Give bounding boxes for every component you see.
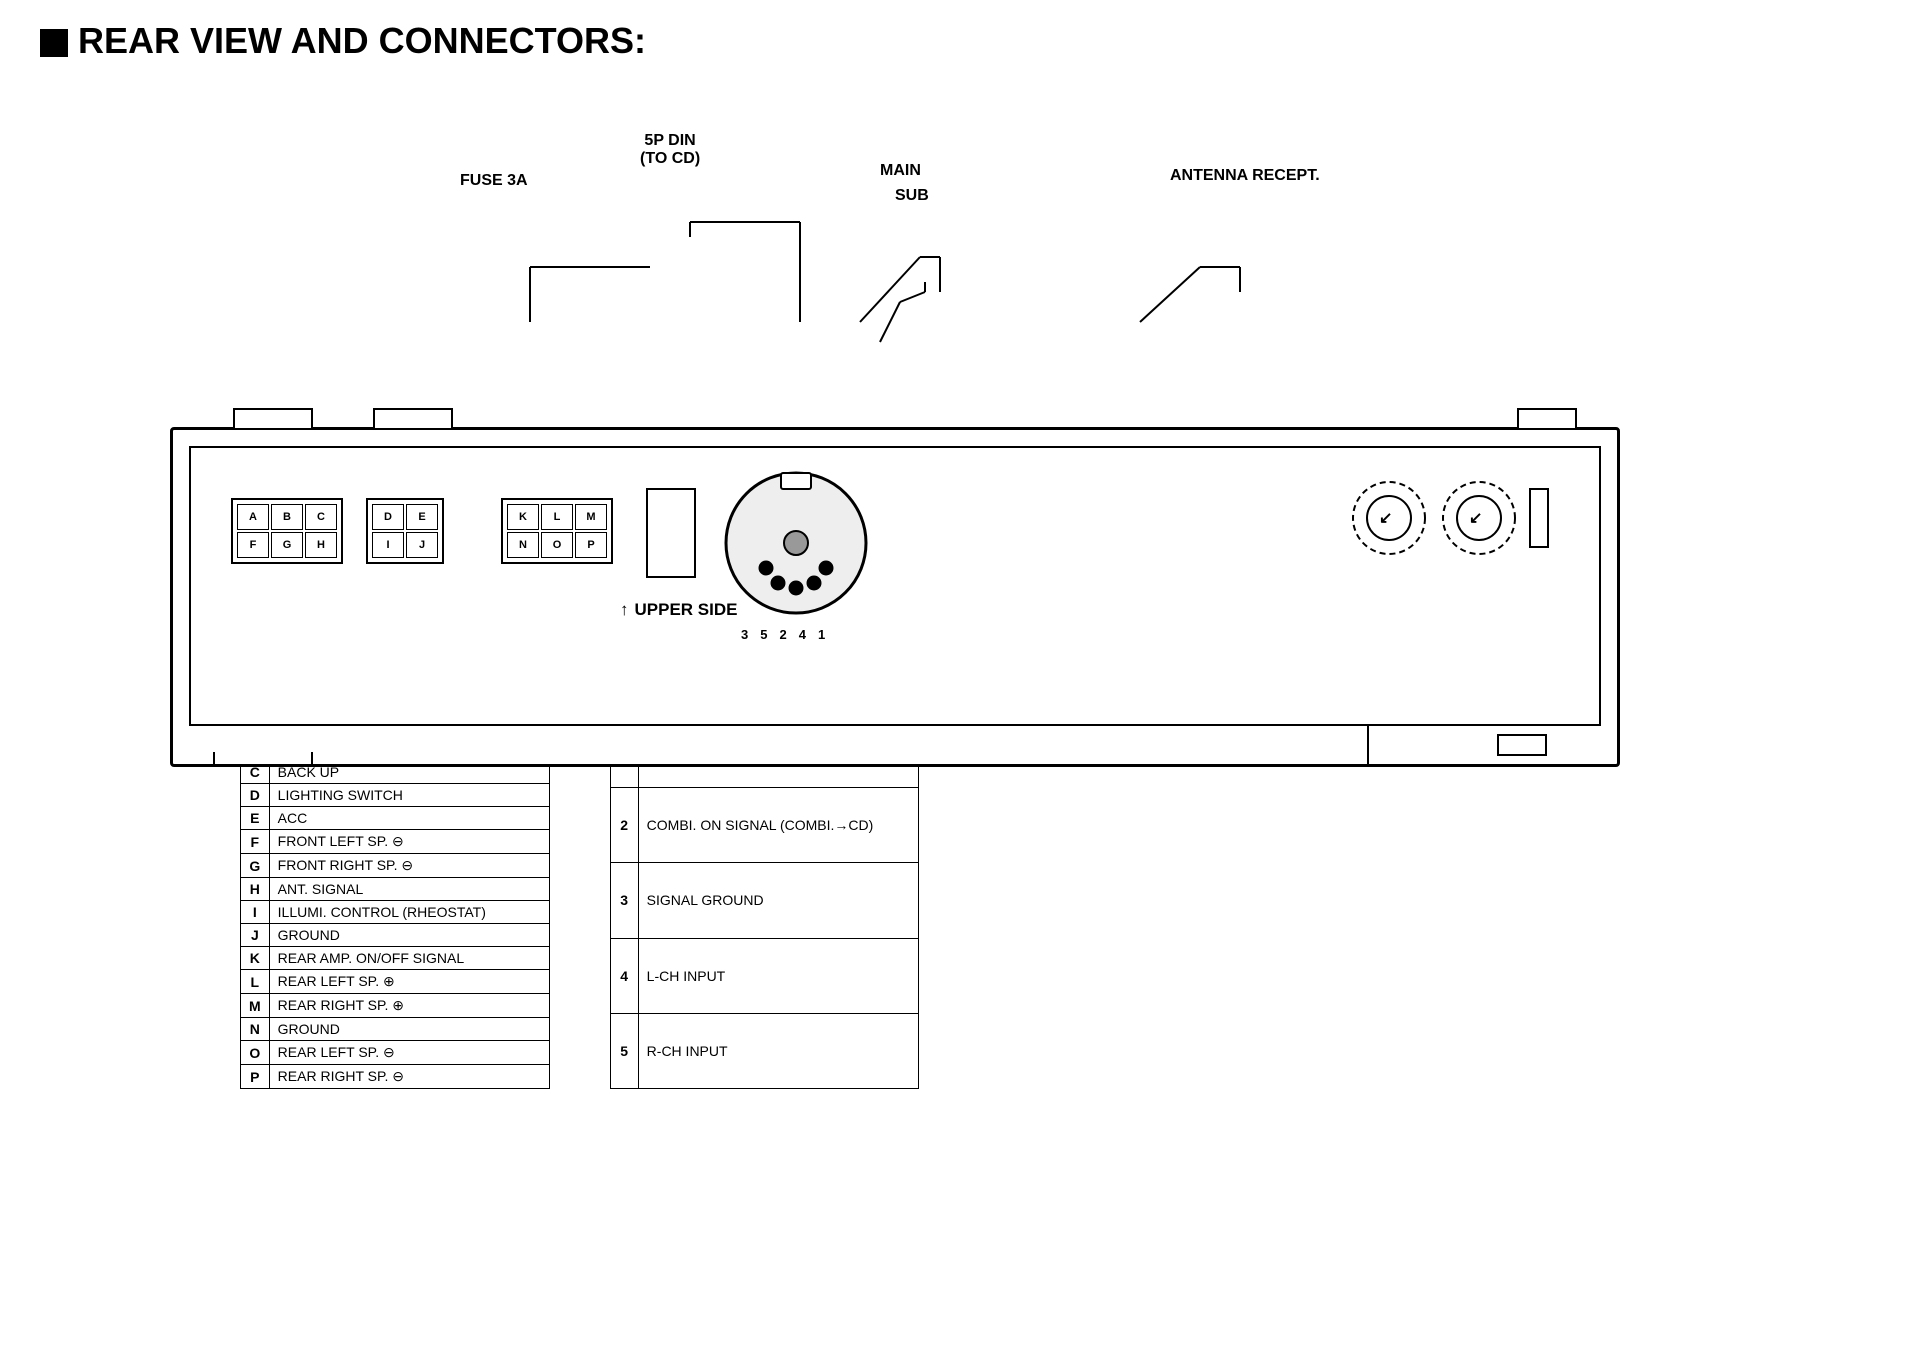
right-table-desc-3: SIGNAL GROUND xyxy=(638,863,918,938)
conn-H: H xyxy=(305,532,337,558)
left-table-id-K: K xyxy=(241,947,270,970)
left-table-desc-E: ACC xyxy=(269,807,549,830)
conn-M: M xyxy=(575,504,607,530)
conn-B: B xyxy=(271,504,303,530)
left-table-desc-F: FRONT LEFT SP. ⊖ xyxy=(269,830,549,854)
svg-text:↙: ↙ xyxy=(1469,510,1482,527)
bottom-slot xyxy=(213,752,313,766)
title-square xyxy=(40,29,68,57)
right-table-id-4: 4 xyxy=(610,938,638,1013)
right-table-id-2: 2 xyxy=(610,788,638,863)
left-table-desc-H: ANT. SIGNAL xyxy=(269,878,549,901)
pin-3-label: 3 xyxy=(741,627,748,642)
left-table-desc-K: REAR AMP. ON/OFF SIGNAL xyxy=(269,947,549,970)
right-table-id-3: 3 xyxy=(610,863,638,938)
left-table-desc-G: FRONT RIGHT SP. ⊖ xyxy=(269,854,549,878)
tab-1 xyxy=(233,408,313,428)
fuse-label: FUSE 3A xyxy=(460,172,528,190)
left-table-desc-O: REAR LEFT SP. ⊖ xyxy=(269,1041,549,1065)
sub-label: SUB xyxy=(895,187,929,205)
bottom-right-box xyxy=(1497,734,1547,756)
antenna-small-rect xyxy=(1529,488,1549,548)
antenna-circle-1: ↙ xyxy=(1349,478,1429,558)
right-connector-table: 1CD-ON SIGNAL (COMBI.→CD)2COMBI. ON SIGN… xyxy=(610,712,919,1089)
din-label: 5P DIN (TO CD) xyxy=(640,132,700,168)
antenna-label: ANTENNA RECEPT. xyxy=(1170,167,1320,185)
pin-2-label: 2 xyxy=(779,627,786,642)
conn-D: D xyxy=(372,504,404,530)
antenna-section: ↙ ↙ xyxy=(1349,478,1549,558)
conn-E: E xyxy=(406,504,438,530)
left-table-id-F: F xyxy=(241,830,270,854)
left-table-id-O: O xyxy=(241,1041,270,1065)
left-table-desc-I: ILLUMI. CONTROL (RHEOSTAT) xyxy=(269,901,549,924)
connector-group-deij: D E I J xyxy=(366,498,444,564)
left-table-id-G: G xyxy=(241,854,270,878)
tab-2 xyxy=(373,408,453,428)
page-wrapper: REAR VIEW AND CONNECTORS: xyxy=(40,20,1869,1089)
conn-K: K xyxy=(507,504,539,530)
left-table-desc-N: GROUND xyxy=(269,1018,549,1041)
connector-group-klmnop: K L M N O P xyxy=(501,498,613,564)
conn-C: C xyxy=(305,504,337,530)
conn-grid-1: A B C F G H xyxy=(237,504,337,558)
diagram-wrapper: FUSE 3A 5P DIN (TO CD) MAIN SUB ANTENNA … xyxy=(40,92,1860,672)
tables-row: AFRONT LEFT SP. ⊕BFRONT RIGHT SP. ⊕CBACK… xyxy=(240,712,1869,1089)
main-label: MAIN xyxy=(880,162,921,180)
conn-J: J xyxy=(406,532,438,558)
antenna-circle-2: ↙ xyxy=(1439,478,1519,558)
right-table-desc-4: L-CH INPUT xyxy=(638,938,918,1013)
left-table-id-M: M xyxy=(241,994,270,1018)
left-table-desc-D: LIGHTING SWITCH xyxy=(269,784,549,807)
antenna-svg-2: ↙ xyxy=(1439,478,1519,558)
top-tabs-right xyxy=(1517,408,1577,428)
conn-grid-3: K L M N O P xyxy=(507,504,607,558)
left-table-id-I: I xyxy=(241,901,270,924)
pin-4-label: 4 xyxy=(799,627,806,642)
conn-O: O xyxy=(541,532,573,558)
title-text: REAR VIEW AND CONNECTORS: xyxy=(78,20,646,62)
pin-5-label: 5 xyxy=(760,627,767,642)
din-pin-labels: 3 5 2 4 1 xyxy=(741,627,871,642)
left-table-id-E: E xyxy=(241,807,270,830)
device-box: A B C F G H D E I J xyxy=(170,427,1620,767)
right-table-desc-2: COMBI. ON SIGNAL (COMBI.→CD) xyxy=(638,788,918,863)
left-table-id-P: P xyxy=(241,1065,270,1089)
conn-L: L xyxy=(541,504,573,530)
left-table-id-J: J xyxy=(241,924,270,947)
upper-side-text: UPPER SIDE xyxy=(635,600,738,620)
din-svg xyxy=(721,468,871,618)
small-connector-box xyxy=(646,488,696,578)
inner-border: A B C F G H D E I J xyxy=(189,446,1601,726)
svg-text:↙: ↙ xyxy=(1379,510,1392,527)
conn-N: N xyxy=(507,532,539,558)
pin-1-label: 1 xyxy=(818,627,825,642)
left-table-id-L: L xyxy=(241,970,270,994)
conn-A: A xyxy=(237,504,269,530)
connector-group-abcfgh: A B C F G H xyxy=(231,498,343,564)
tab-3 xyxy=(1517,408,1577,428)
bottom-step xyxy=(1367,726,1467,764)
left-table-desc-P: REAR RIGHT SP. ⊖ xyxy=(269,1065,549,1089)
left-table-id-H: H xyxy=(241,878,270,901)
left-table-id-N: N xyxy=(241,1018,270,1041)
page-title: REAR VIEW AND CONNECTORS: xyxy=(40,20,1869,62)
right-table-id-5: 5 xyxy=(610,1013,638,1088)
top-tabs xyxy=(233,408,453,428)
left-table-desc-J: GROUND xyxy=(269,924,549,947)
left-table-id-D: D xyxy=(241,784,270,807)
left-table-desc-M: REAR RIGHT SP. ⊕ xyxy=(269,994,549,1018)
din-connector: 3 5 2 4 1 xyxy=(721,468,871,642)
antenna-svg-1: ↙ xyxy=(1349,478,1429,558)
conn-grid-2: D E I J xyxy=(372,504,438,558)
left-table-desc-L: REAR LEFT SP. ⊕ xyxy=(269,970,549,994)
conn-I: I xyxy=(372,532,404,558)
conn-P: P xyxy=(575,532,607,558)
conn-G: G xyxy=(271,532,303,558)
upper-side-label: ↑ UPPER SIDE xyxy=(620,600,737,620)
left-connector-table: AFRONT LEFT SP. ⊕BFRONT RIGHT SP. ⊕CBACK… xyxy=(240,712,550,1089)
upper-side-arrow: ↑ xyxy=(620,600,629,620)
right-table-desc-5: R-CH INPUT xyxy=(638,1013,918,1088)
conn-F: F xyxy=(237,532,269,558)
